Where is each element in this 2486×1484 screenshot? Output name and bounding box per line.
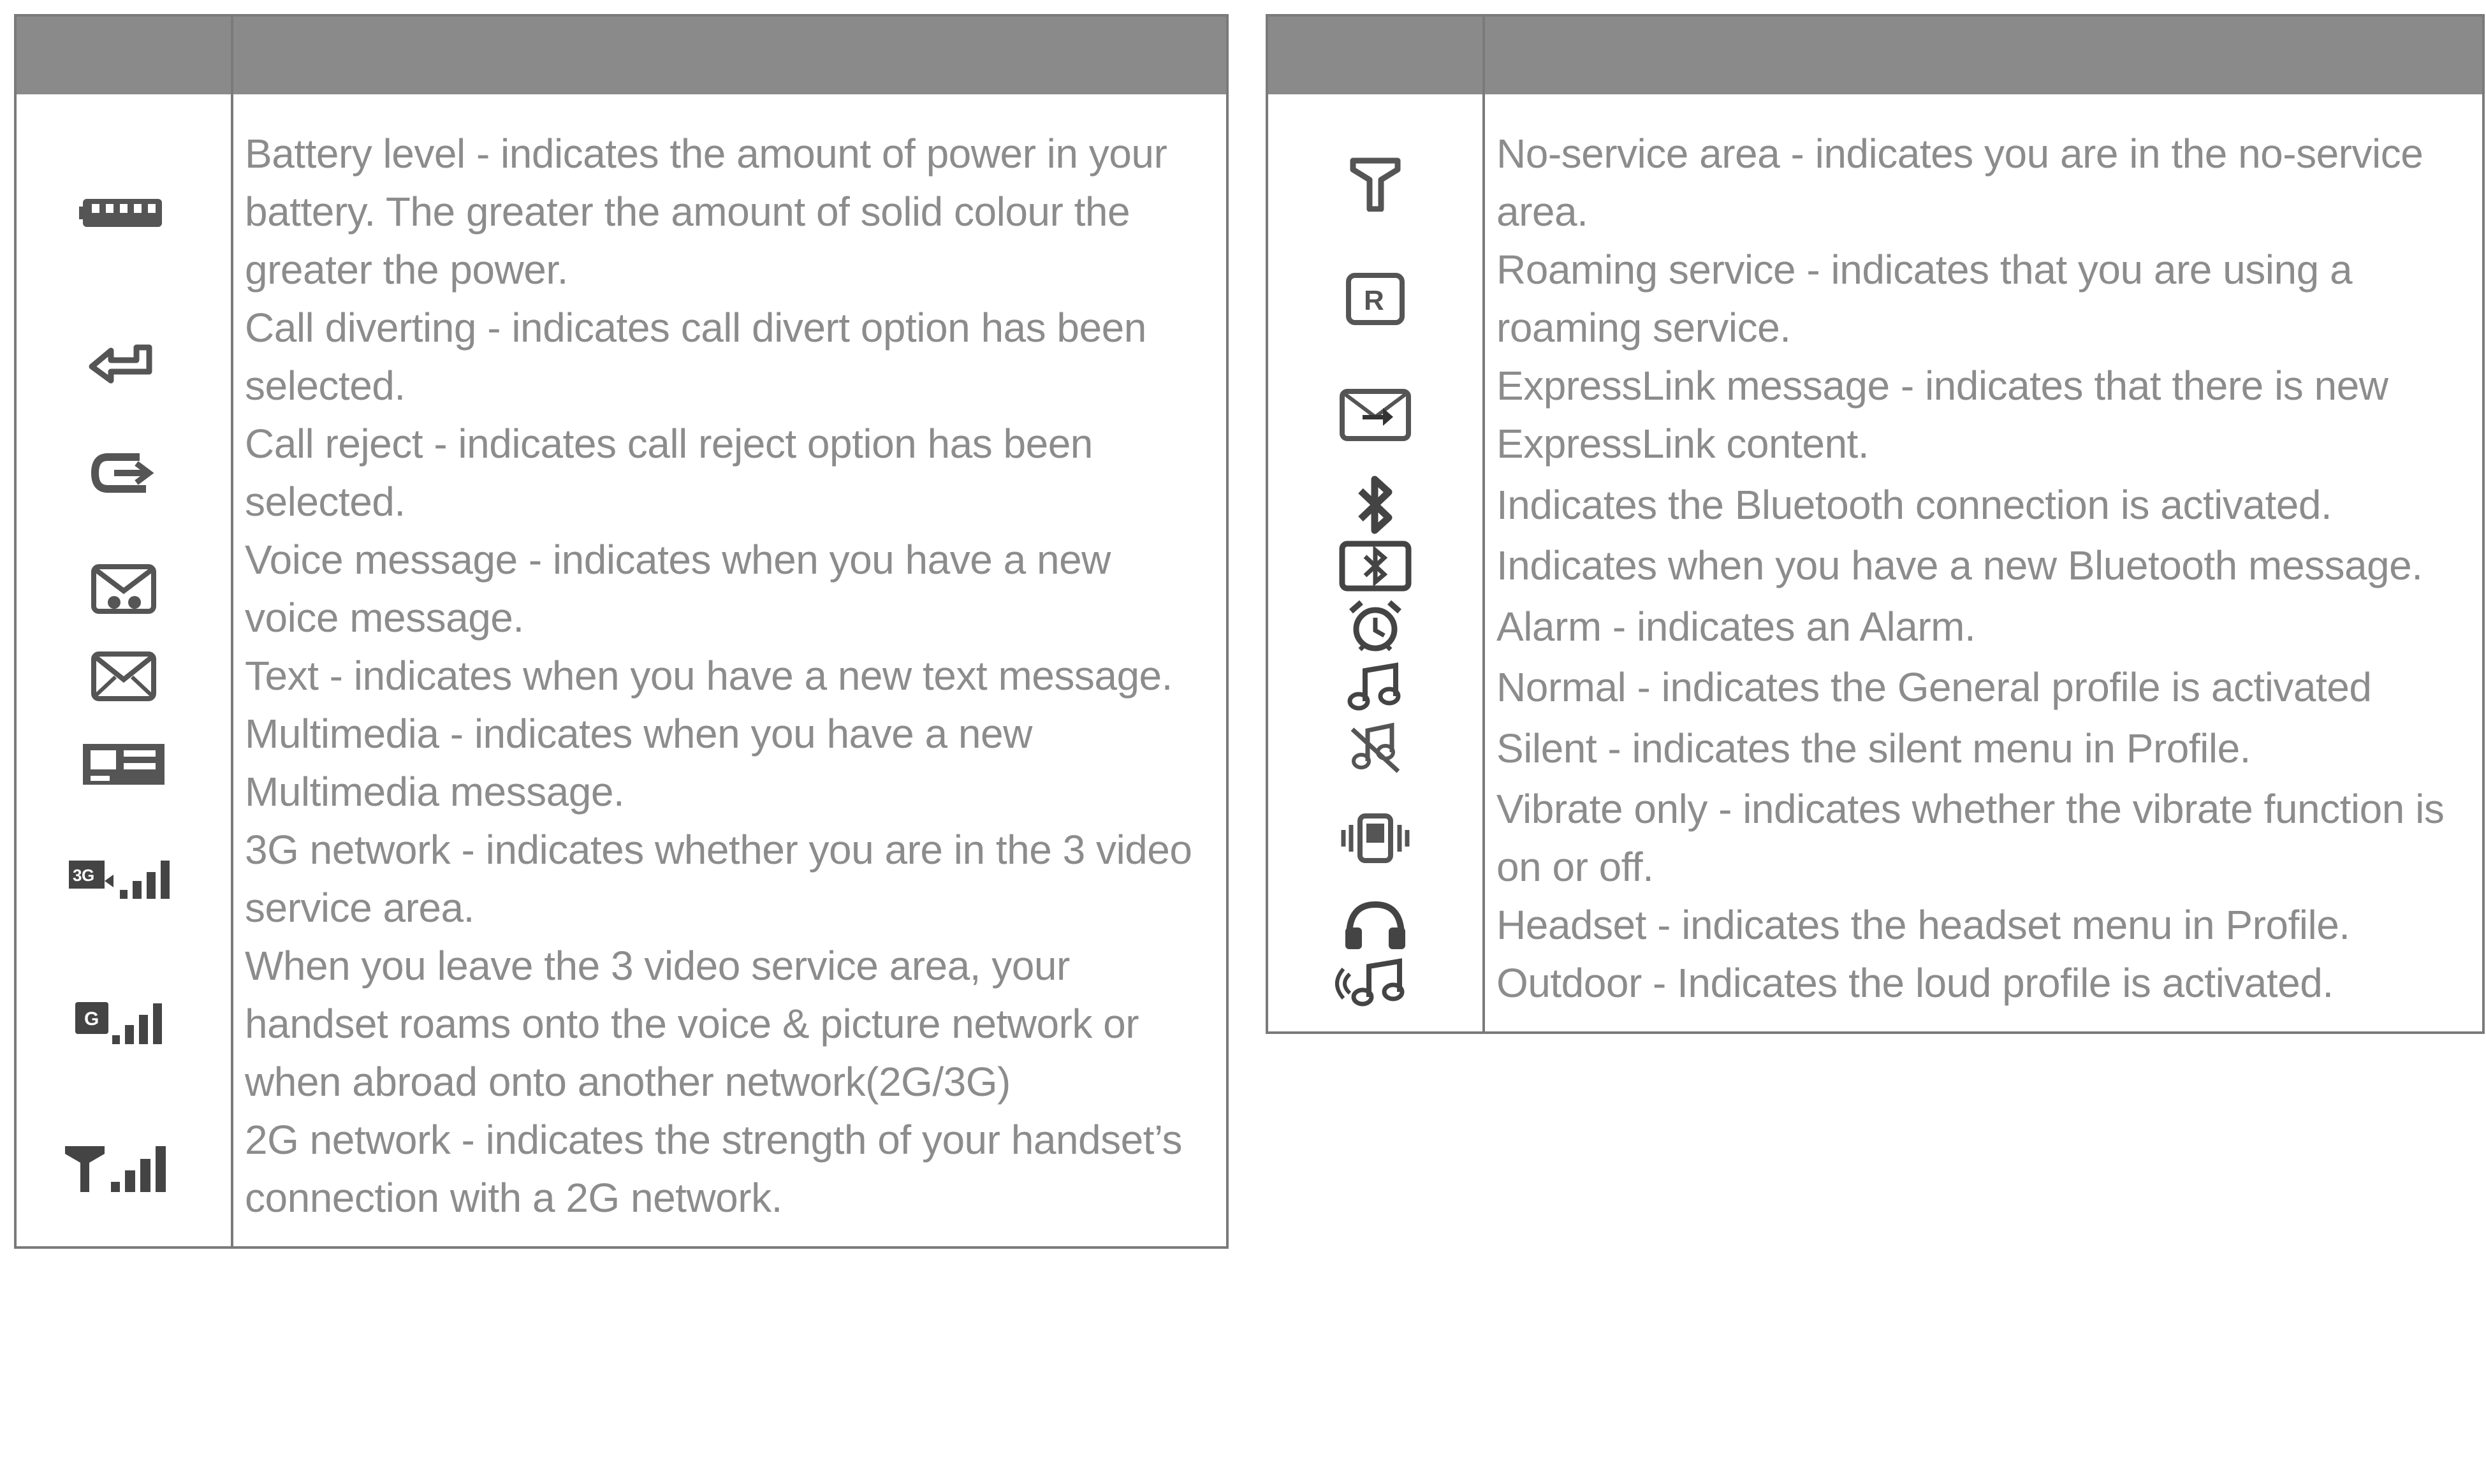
roaming-icon: R (1268, 270, 1482, 328)
music-note-icon (1268, 659, 1482, 717)
table-row: Indicates when you have a new Bluetooth … (1267, 537, 2483, 595)
icon-column-header (1267, 15, 1485, 94)
table-row: Call reject - indicates call reject opti… (15, 415, 1227, 531)
table-row: Indicates the Bluetooth connection is ac… (1267, 473, 2483, 537)
table-row: Headset - indicates the headset menu in … (1267, 896, 2483, 954)
battery-icon (17, 190, 231, 235)
table-row: Call diverting - indicates call divert o… (15, 299, 1227, 415)
2g-signal-icon (17, 1137, 231, 1201)
table-row: 3G 3G network - indicates whether you ar… (15, 821, 1227, 937)
bluetooth-icon (1268, 473, 1482, 537)
voice-message-icon (17, 560, 231, 618)
call-reject-icon (17, 444, 231, 502)
row-description: Headset - indicates the headset menu in … (1496, 902, 2350, 948)
table-row: No-service area - indicates you are in t… (1267, 125, 2483, 241)
headset-icon (1268, 897, 1482, 954)
table-row: Normal - indicates the General profile i… (1267, 658, 2483, 717)
table-header-row (15, 15, 1227, 94)
outdoor-icon (1268, 955, 1482, 1012)
row-description: No-service area - indicates you are in t… (1496, 131, 2424, 235)
row-description: 2G network - indicates the strength of y… (245, 1117, 1183, 1221)
table-row: Silent - indicates the silent menu in Pr… (1267, 717, 2483, 780)
table-header-row (1267, 15, 2483, 94)
table-row: 2G network - indicates the strength of y… (15, 1111, 1227, 1227)
svg-text:R: R (1364, 285, 1384, 316)
table-row: Alarm - indicates an Alarm. (1267, 595, 2483, 658)
row-description: Call reject - indicates call reject opti… (245, 421, 1093, 525)
table-row: Multimedia - indicates when you have a n… (15, 705, 1227, 821)
table-row: R Roaming service - indicates that you a… (1267, 241, 2483, 357)
table-row: Text - indicates when you have a new tex… (15, 647, 1227, 705)
table-row: Voice message - indicates when you have … (15, 531, 1227, 647)
row-description: Battery level - indicates the amount of … (245, 131, 1167, 293)
g-signal-icon: G (17, 996, 231, 1053)
bluetooth-message-icon (1268, 537, 1482, 595)
row-description: Alarm - indicates an Alarm. (1496, 603, 1976, 650)
row-description: Outdoor - Indicates the loud profile is … (1496, 960, 2334, 1006)
row-description: Voice message - indicates when you have … (245, 537, 1111, 641)
call-divert-icon (17, 328, 231, 386)
vibrate-icon (1268, 810, 1482, 867)
alarm-clock-icon (1268, 595, 1482, 658)
row-description: Normal - indicates the General profile i… (1496, 664, 2372, 710)
row-description: ExpressLink message - indicates that the… (1496, 363, 2388, 467)
row-description: Multimedia - indicates when you have a n… (245, 711, 1032, 815)
status-icons-table-left: Battery level - indicates the amount of … (14, 14, 1229, 1249)
svg-text:3G: 3G (73, 866, 94, 885)
table-row: Outdoor - Indicates the loud profile is … (1267, 954, 2483, 1012)
no-service-antenna-icon (1268, 154, 1482, 212)
status-icons-table-right: No-service area - indicates you are in t… (1266, 14, 2485, 1034)
row-description: Text - indicates when you have a new tex… (245, 653, 1173, 699)
multimedia-message-icon (17, 731, 231, 795)
icon-column-header (15, 15, 233, 94)
row-description: Vibrate only - indicates whether the vib… (1496, 786, 2445, 890)
row-description: Silent - indicates the silent menu in Pr… (1496, 725, 2251, 771)
row-description: 3G network - indicates whether you are i… (245, 827, 1192, 931)
svg-text:G: G (84, 1008, 99, 1029)
table-row: Vibrate only - indicates whether the vib… (1267, 780, 2483, 896)
expresslink-icon (1268, 386, 1482, 444)
3g-signal-icon: 3G (17, 850, 231, 908)
row-description: Indicates when you have a new Bluetooth … (1496, 542, 2423, 588)
description-column-header (232, 15, 1227, 94)
table-row: ExpressLink message - indicates that the… (1267, 357, 2483, 473)
description-column-header (1484, 15, 2483, 94)
table-row: G When you leave the 3 video service are… (15, 937, 1227, 1111)
table-row: Battery level - indicates the amount of … (15, 125, 1227, 299)
row-description: Roaming service - indicates that you are… (1496, 247, 2353, 351)
envelope-icon (17, 648, 231, 705)
silent-icon (1268, 717, 1482, 780)
row-description: When you leave the 3 video service area,… (245, 943, 1139, 1105)
row-description: Indicates the Bluetooth connection is ac… (1496, 481, 2332, 528)
row-description: Call diverting - indicates call divert o… (245, 305, 1146, 409)
